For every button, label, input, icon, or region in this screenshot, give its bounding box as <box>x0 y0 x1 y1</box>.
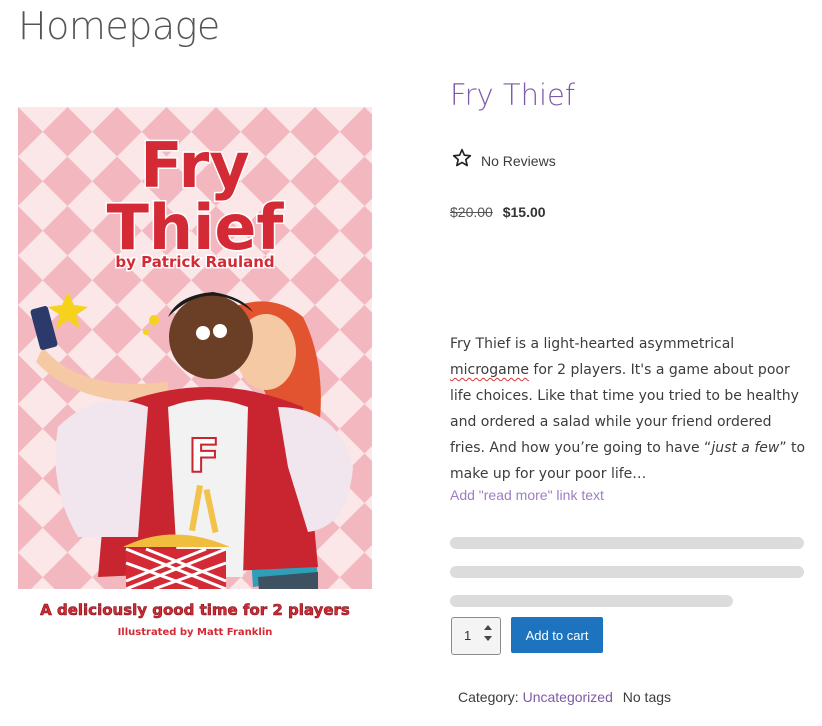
star-outline-icon <box>452 148 472 173</box>
page-title: Homepage <box>18 4 220 48</box>
decrement-arrow-icon[interactable] <box>484 636 492 641</box>
quantity-arrows[interactable] <box>484 625 492 641</box>
category-label: Category: <box>458 689 519 705</box>
product-title: Fry Thief <box>450 78 576 112</box>
tags-label: No tags <box>622 689 672 705</box>
category-link[interactable]: Uncategorized <box>523 689 613 705</box>
cover-tagline: A deliciously good time for 2 players <box>40 601 350 619</box>
product-rating: No Reviews <box>452 148 556 173</box>
loading-placeholder-bar <box>450 595 733 607</box>
product-short-description: Fry Thief is a light-hearted asymmetrica… <box>450 331 810 487</box>
regular-price: $20.00 <box>450 204 493 220</box>
product-meta: Category: Uncategorized No tags <box>458 689 671 705</box>
sale-price: $15.00 <box>502 204 546 220</box>
quantity-stepper[interactable]: 1 <box>451 617 501 655</box>
loading-placeholder-bar <box>450 566 804 578</box>
add-to-cart-button[interactable]: Add to cart <box>511 617 603 653</box>
cover-byline: by Patrick Rauland <box>115 253 274 271</box>
rating-label: No Reviews <box>481 152 556 169</box>
description-text-1: Fry Thief is a light-hearted asymmetrica… <box>450 336 735 352</box>
description-emphasis: just a few <box>711 440 780 456</box>
product-price: $20.00 $15.00 <box>450 204 546 220</box>
read-more-link[interactable]: Add "read more" link text <box>450 487 604 503</box>
increment-arrow-icon[interactable] <box>484 625 492 630</box>
quantity-value[interactable]: 1 <box>464 628 471 643</box>
product-cover-art: Fry Thief by Patrick Rauland F A delicio… <box>18 107 372 651</box>
description-spellcheck-word: microgame <box>450 362 529 378</box>
product-image[interactable]: Fry Thief by Patrick Rauland F A delicio… <box>18 107 372 651</box>
svg-text:F: F <box>188 429 219 483</box>
loading-placeholder-bar <box>450 537 804 549</box>
cover-illustrator: Illustrated by Matt Franklin <box>118 627 273 638</box>
